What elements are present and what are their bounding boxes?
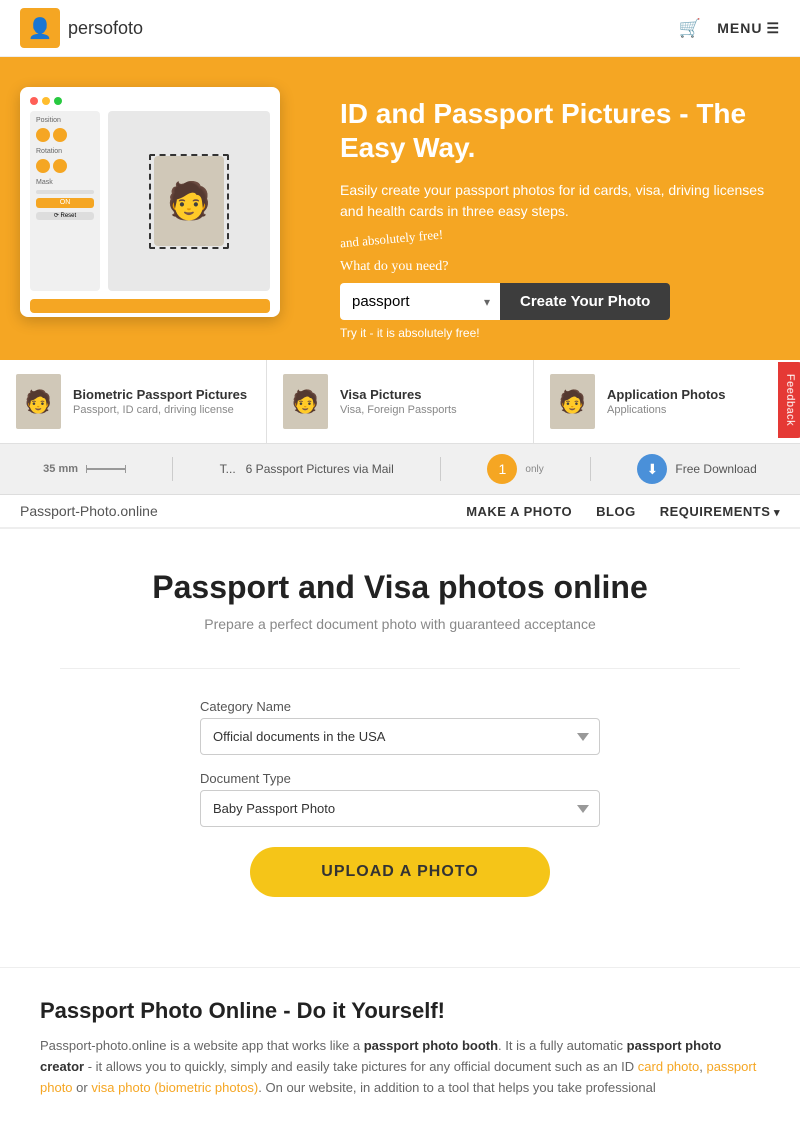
content-divider <box>60 668 740 669</box>
step-size: 35 mm <box>43 463 126 475</box>
main-title: Passport and Visa photos online <box>60 569 740 606</box>
position-controls <box>36 128 94 142</box>
upload-button[interactable]: UPLOAD A PHOTO <box>250 847 550 897</box>
dot-yellow <box>42 97 50 105</box>
bottom-title: Passport Photo Online - Do it Yourself! <box>40 998 760 1024</box>
mask-slider <box>36 190 94 194</box>
biometric-title: Biometric Passport Pictures <box>73 387 250 402</box>
menu-button[interactable]: MENU ☰ <box>717 20 780 37</box>
step-divider-2 <box>440 457 441 481</box>
mockup-bottom-bar <box>30 299 270 313</box>
face-outline <box>149 154 229 249</box>
step-mail-label: T... 6 Passport Pictures via Mail <box>220 462 394 476</box>
hero-content: ID and Passport Pictures - The Easy Way.… <box>340 87 780 340</box>
logo-text: persofoto <box>68 18 143 39</box>
application-sub: Applications <box>607 404 784 416</box>
application-photo: 🧑 <box>550 374 595 429</box>
document-select[interactable]: Baby Passport Photo US Passport Photo US… <box>200 790 600 827</box>
feedback-tab[interactable]: Feedback <box>778 362 800 438</box>
pos-btn-1 <box>36 128 50 142</box>
document-group: Document Type Baby Passport Photo US Pas… <box>200 771 600 827</box>
visa-photo: 🧑 <box>283 374 328 429</box>
bottom-section: Passport Photo Online - Do it Yourself! … <box>0 967 800 1128</box>
what-label: What do you need? <box>340 259 780 275</box>
mockup-face-area: 🧑 <box>108 111 270 291</box>
on-toggle: ON <box>36 198 94 208</box>
category-group: Category Name Official documents in the … <box>200 699 600 755</box>
application-info: Application Photos Applications <box>607 387 784 416</box>
hero-subtitle: Easily create your passport photos for i… <box>340 180 780 222</box>
nav-links: MAKE A PHOTO BLOG REQUIREMENTS <box>466 504 780 519</box>
category-label: Category Name <box>200 699 600 714</box>
logo-icon: 👤 <box>20 8 60 48</box>
feature-cards: 🧑 Biometric Passport Pictures Passport, … <box>0 360 800 444</box>
visa-sub: Visa, Foreign Passports <box>340 404 517 416</box>
application-title: Application Photos <box>607 387 784 402</box>
steps-bar: 35 mm T... 6 Passport Pictures via Mail … <box>0 444 800 495</box>
main-subtitle: Prepare a perfect document photo with gu… <box>60 616 740 632</box>
mockup-toolbar <box>30 97 270 105</box>
create-form: passport visa id card driving license ▾ … <box>340 283 780 320</box>
category-select[interactable]: Official documents in the USA European d… <box>200 718 600 755</box>
rotation-label: Rotation <box>36 148 94 155</box>
try-free-text: Try it - it is absolutely free! <box>340 326 780 340</box>
nav-bar: Passport-Photo.online MAKE A PHOTO BLOG … <box>0 495 800 529</box>
mask-label: Mask <box>36 179 94 186</box>
create-photo-button[interactable]: Create Your Photo <box>500 283 670 320</box>
step-download: ⬇ Free Download <box>637 454 756 484</box>
bottom-link-visa[interactable]: visa photo (biometric photos) <box>91 1080 258 1095</box>
bottom-text: Passport-photo.online is a website app t… <box>40 1036 760 1098</box>
mockup-body: Position Rotation Mask ON ⟳ Reset <box>30 111 270 291</box>
rot-btn-2 <box>53 159 67 173</box>
feature-card-visa[interactable]: 🧑 Visa Pictures Visa, Foreign Passports <box>267 360 534 443</box>
step-divider-1 <box>172 457 173 481</box>
feature-card-biometric[interactable]: 🧑 Biometric Passport Pictures Passport, … <box>0 360 267 443</box>
mockup-sidebar: Position Rotation Mask ON ⟳ Reset <box>30 111 100 291</box>
hero-mockup: Position Rotation Mask ON ⟳ Reset <box>20 87 320 340</box>
step-download-icon: ⬇ <box>637 454 667 484</box>
bottom-bold-booth: passport photo booth <box>364 1038 498 1053</box>
bottom-link-card[interactable]: card photo <box>638 1059 699 1074</box>
hero-title: ID and Passport Pictures - The Easy Way. <box>340 97 780 164</box>
biometric-sub: Passport, ID card, driving license <box>73 404 250 416</box>
nav-requirements[interactable]: REQUIREMENTS <box>660 504 780 519</box>
nav-make-photo[interactable]: MAKE A PHOTO <box>466 504 572 519</box>
free-text: and absolutely free! <box>339 227 443 252</box>
site-header: 👤 persofoto 🛒 MENU ☰ <box>0 0 800 57</box>
hero-section: Position Rotation Mask ON ⟳ Reset <box>0 57 800 360</box>
passport-select[interactable]: passport visa id card driving license <box>340 283 500 320</box>
header-right: 🛒 MENU ☰ <box>679 18 780 39</box>
nav-blog[interactable]: BLOG <box>596 504 636 519</box>
form-section: Category Name Official documents in the … <box>200 699 600 897</box>
logo-area[interactable]: 👤 persofoto <box>20 8 143 48</box>
passport-select-wrapper[interactable]: passport visa id card driving license ▾ <box>340 283 500 320</box>
biometric-info: Biometric Passport Pictures Passport, ID… <box>73 387 250 416</box>
rot-btn-1 <box>36 159 50 173</box>
step-mail: T... 6 Passport Pictures via Mail <box>220 462 394 476</box>
step-download-label: Free Download <box>675 462 756 476</box>
document-label: Document Type <box>200 771 600 786</box>
reset-btn: ⟳ Reset <box>36 212 94 220</box>
step-only-label: only <box>525 464 543 475</box>
feature-card-application[interactable]: 🧑 Application Photos Applications <box>534 360 800 443</box>
app-mockup-frame: Position Rotation Mask ON ⟳ Reset <box>20 87 280 317</box>
step-count: 1 only <box>487 454 543 484</box>
position-label: Position <box>36 117 94 124</box>
rotation-controls <box>36 159 94 173</box>
nav-brand: Passport-Photo.online <box>20 503 466 519</box>
pos-btn-2 <box>53 128 67 142</box>
visa-info: Visa Pictures Visa, Foreign Passports <box>340 387 517 416</box>
main-content: Passport and Visa photos online Prepare … <box>0 529 800 967</box>
step-divider-3 <box>590 457 591 481</box>
hamburger-icon: ☰ <box>766 20 780 37</box>
visa-title: Visa Pictures <box>340 387 517 402</box>
size-ruler <box>86 468 126 470</box>
dot-green <box>54 97 62 105</box>
step-count-icon: 1 <box>487 454 517 484</box>
step-size-label: 35 mm <box>43 463 78 475</box>
dot-red <box>30 97 38 105</box>
cart-icon[interactable]: 🛒 <box>679 18 701 39</box>
biometric-photo: 🧑 <box>16 374 61 429</box>
